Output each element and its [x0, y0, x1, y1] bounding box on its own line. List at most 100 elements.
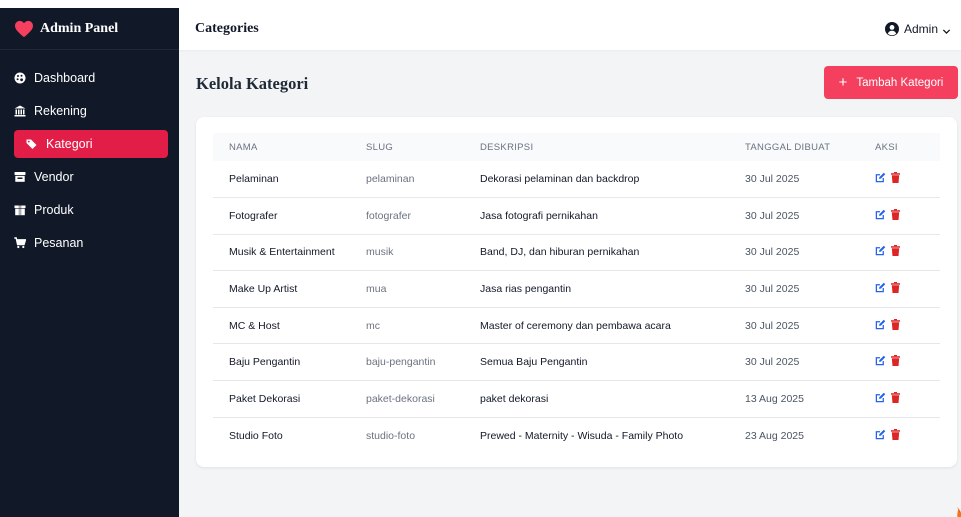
cell-deskripsi: Master of ceremony dan pembawa acara	[480, 307, 745, 345]
table-body: Pelaminan pelaminan Dekorasi pelaminan dan…	[213, 161, 940, 454]
sidebar-item-dashboard[interactable]: Dashboard	[14, 64, 168, 92]
plus-icon: +	[838, 74, 848, 91]
trash-icon[interactable]	[891, 172, 900, 184]
table-row: Paket Dekorasi paket-dekorasi paket dekora…	[213, 380, 940, 418]
sidebar-item-label: Pesanan	[34, 236, 84, 250]
sidebar-item-label: Vendor	[34, 170, 74, 184]
sidebar-item-vendor[interactable]: Vendor	[14, 163, 168, 191]
edit-icon[interactable]	[875, 355, 886, 366]
col-header-nama: NAMA	[229, 141, 258, 153]
trash-icon[interactable]	[891, 208, 900, 220]
trash-icon[interactable]	[891, 318, 900, 330]
cell-aksi	[875, 270, 940, 308]
table-row: Make Up Artist mua Jasa rias pengantin 30 J…	[213, 270, 940, 308]
col-header-aksi: AKSI	[875, 141, 898, 153]
edit-icon[interactable]	[875, 245, 886, 256]
cell-aksi	[875, 307, 940, 345]
cell-aksi	[875, 197, 940, 235]
box-icon	[14, 204, 26, 216]
row-actions	[875, 208, 900, 220]
flame-icon	[952, 505, 961, 517]
row-actions	[875, 172, 900, 184]
cell-tanggal: 30 Jul 2025	[745, 270, 875, 308]
cell-slug: fotografer	[366, 197, 480, 235]
trash-icon[interactable]	[891, 355, 900, 367]
cell-tanggal: 30 Jul 2025	[745, 307, 875, 345]
table-row: Studio Foto studio-foto Prewed - Maternity…	[213, 417, 940, 454]
cell-slug: mc	[366, 307, 480, 345]
edit-icon[interactable]	[875, 319, 886, 330]
cell-tanggal: 13 Aug 2025	[745, 380, 875, 418]
col-header-slug: SLUG	[366, 141, 394, 153]
trash-icon[interactable]	[891, 391, 900, 403]
cell-nama: Baju Pengantin	[213, 343, 366, 382]
sidebar-item-rekening[interactable]: Rekening	[14, 97, 168, 125]
edit-icon[interactable]	[875, 172, 886, 183]
table-row: Musik & Entertainment musik Band, DJ, dan …	[213, 234, 940, 272]
add-category-button[interactable]: + Tambah Kategori	[824, 66, 958, 99]
table-row: Fotografer fotografer Jasa fotografi perni…	[213, 197, 940, 235]
edit-icon[interactable]	[875, 429, 886, 440]
edit-icon[interactable]	[875, 392, 886, 403]
user-menu[interactable]: Admin	[884, 22, 951, 36]
cell-tanggal: 30 Jul 2025	[745, 234, 875, 272]
edit-icon[interactable]	[875, 209, 886, 220]
tags-icon	[26, 138, 38, 150]
sidebar-item-label: Kategori	[46, 137, 93, 151]
sidebar-item-kategori[interactable]: Kategori	[14, 130, 168, 158]
sidebar-item-pesanan[interactable]: Pesanan	[14, 229, 168, 257]
chevron-down-icon	[942, 25, 951, 34]
sidebar-item-label: Produk	[34, 203, 74, 217]
user-circle-icon	[884, 22, 899, 36]
row-actions	[875, 282, 900, 294]
cell-slug: mua	[366, 270, 480, 308]
cell-deskripsi: Jasa fotografi pernikahan	[480, 197, 745, 235]
edit-icon[interactable]	[875, 282, 886, 293]
table-row: Pelaminan pelaminan Dekorasi pelaminan dan…	[213, 161, 940, 199]
cell-tanggal: 23 Aug 2025	[745, 429, 804, 442]
row-actions	[875, 355, 900, 367]
sidebar-item-produk[interactable]: Produk	[14, 196, 168, 224]
table-row: MC & Host mc Master of ceremony dan pembaw…	[213, 307, 940, 345]
cell-aksi	[875, 234, 940, 272]
cart-icon	[14, 237, 26, 249]
cell-nama: Pelaminan	[213, 161, 366, 199]
cell-aksi	[875, 380, 940, 418]
cell-slug: paket-dekorasi	[366, 380, 480, 418]
row-actions	[875, 391, 900, 403]
cell-deskripsi: Prewed - Maternity - Wisuda - Family Pho…	[480, 429, 684, 442]
page-header-title: Categories	[195, 21, 259, 36]
cell-deskripsi: paket dekorasi	[480, 380, 745, 418]
brand[interactable]: Admin Panel	[0, 8, 179, 50]
cell-nama: Make Up Artist	[213, 270, 366, 308]
cell-slug: pelaminan	[366, 161, 480, 199]
cell-tanggal: 30 Jul 2025	[745, 197, 875, 235]
cell-nama: Studio Foto	[229, 429, 283, 442]
cell-nama: MC & Host	[213, 307, 366, 345]
cell-nama: Musik & Entertainment	[213, 234, 366, 272]
cell-aksi	[875, 161, 940, 199]
heart-icon	[14, 20, 34, 38]
row-actions	[875, 318, 900, 330]
trash-icon[interactable]	[891, 282, 900, 294]
cell-slug: baju-pengantin	[366, 343, 480, 382]
sidebar-nav: Dashboard Rekening Kategori Vendor Produ…	[0, 50, 179, 257]
cell-deskripsi: Semua Baju Pengantin	[480, 343, 745, 382]
row-actions	[875, 428, 900, 440]
trash-icon[interactable]	[891, 245, 900, 257]
sidebar-item-label: Rekening	[34, 104, 87, 118]
bank-icon	[14, 105, 26, 117]
row-actions	[875, 245, 900, 257]
top-header: Categories Admin	[179, 8, 961, 50]
add-category-label: Tambah Kategori	[856, 76, 944, 89]
top-strip	[0, 0, 961, 8]
user-name: Admin	[903, 22, 938, 36]
sidebar: Admin Panel Dashboard Rekening Kategori …	[0, 8, 179, 517]
trash-icon[interactable]	[891, 428, 900, 440]
sidebar-item-label: Dashboard	[34, 71, 96, 85]
col-header-deskripsi: DESKRIPSI	[480, 141, 534, 153]
table-header-row: NAMA SLUG DESKRIPSI TANGGAL DIBUAT AKSI	[213, 133, 940, 161]
categories-table: NAMA SLUG DESKRIPSI TANGGAL DIBUAT AKSI …	[213, 133, 940, 454]
cell-aksi	[875, 343, 940, 382]
table-row: Baju Pengantin baju-pengantin Semua Baju P…	[213, 343, 940, 382]
